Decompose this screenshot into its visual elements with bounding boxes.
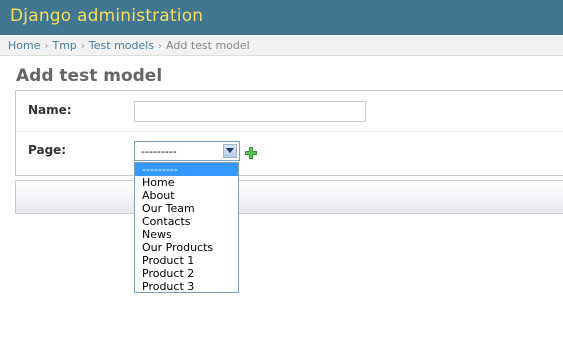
name-label: Name: [28, 103, 72, 117]
breadcrumb-separator: › [158, 41, 163, 52]
breadcrumb-home[interactable]: Home [8, 39, 40, 52]
breadcrumb-separator: › [44, 41, 49, 52]
dropdown-option[interactable]: Home [135, 176, 238, 189]
page-select[interactable]: --------- [134, 141, 240, 161]
page-label: Page: [28, 143, 67, 157]
page-select-value: --------- [141, 145, 177, 158]
header: Django administration [0, 0, 563, 35]
dropdown-option[interactable]: Our Products [135, 241, 238, 254]
breadcrumb-tmp[interactable]: Tmp [52, 39, 76, 52]
page-select-dropdown[interactable]: --------- Home About Our Team Contacts N… [134, 162, 239, 293]
chevron-down-icon[interactable] [223, 144, 237, 158]
breadcrumb: Home › Tmp › Test models › Add test model [0, 35, 563, 56]
plus-icon[interactable] [245, 144, 257, 159]
dropdown-option[interactable]: Product 1 [135, 254, 238, 267]
breadcrumb-test-models[interactable]: Test models [89, 39, 154, 52]
breadcrumb-current: Add test model [166, 39, 250, 52]
dropdown-option[interactable]: Contacts [135, 215, 238, 228]
dropdown-option[interactable]: Product 2 [135, 267, 238, 280]
dropdown-option[interactable]: Our Team [135, 202, 238, 215]
breadcrumb-separator: › [80, 41, 85, 52]
submit-row [15, 180, 563, 214]
admin-page: Django administration Home › Tmp › Test mode… [0, 0, 563, 342]
dropdown-option[interactable]: --------- [135, 163, 238, 176]
name-field[interactable] [134, 101, 366, 122]
page-title: Add test model [16, 66, 163, 86]
row-divider [16, 131, 563, 132]
site-title[interactable]: Django administration [10, 6, 203, 26]
dropdown-option[interactable]: News [135, 228, 238, 241]
form-fieldset: Name: Page: --------- [15, 90, 563, 176]
breadcrumb-trail: Home › Tmp › Test models › Add test model [8, 39, 250, 52]
dropdown-option[interactable]: Product 3 [135, 280, 238, 293]
dropdown-option[interactable]: About [135, 189, 238, 202]
